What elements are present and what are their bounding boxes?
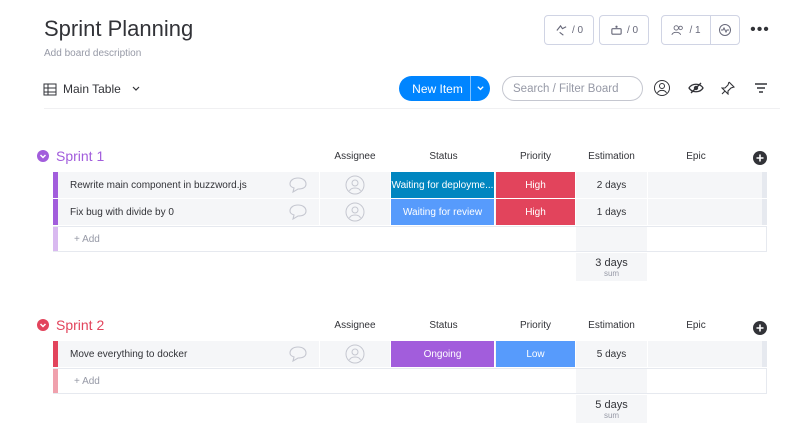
hide-columns-icon[interactable]: [687, 80, 705, 96]
toolbar-divider: [44, 108, 780, 109]
group-title[interactable]: Sprint 2: [56, 317, 104, 333]
priority-label: Low: [526, 348, 545, 360]
activity-log-button[interactable]: [710, 15, 740, 45]
table-icon: [43, 83, 57, 95]
search-input[interactable]: Search / Filter Board: [502, 76, 643, 101]
group-collapse-icon[interactable]: [37, 150, 49, 162]
epic-cell[interactable]: [648, 341, 760, 367]
status-label: Waiting for review: [402, 206, 483, 218]
row-color-bar: [53, 172, 58, 198]
new-item-button[interactable]: New Item: [399, 76, 490, 101]
row-color-bar: [53, 369, 58, 393]
add-item-label[interactable]: + Add: [74, 227, 100, 251]
group-title[interactable]: Sprint 1: [56, 148, 104, 164]
add-column-icon[interactable]: [752, 320, 767, 335]
column-header-assignee[interactable]: Assignee: [320, 320, 390, 331]
activity-button[interactable]: / 0: [544, 15, 594, 45]
row-right-edge: [762, 341, 767, 367]
column-header-priority[interactable]: Priority: [496, 151, 575, 162]
members-count: / 1: [689, 24, 701, 36]
column-header-assignee[interactable]: Assignee: [320, 151, 390, 162]
status-label: Ongoing: [423, 348, 462, 360]
new-item-label: New Item: [412, 81, 463, 96]
sum-label: sum: [603, 410, 620, 420]
status-cell[interactable]: Waiting for review: [391, 199, 494, 225]
row-color-bar: [53, 341, 58, 367]
sum-value: 5 days: [595, 398, 628, 411]
priority-label: High: [525, 179, 546, 191]
members-icon: [671, 24, 684, 35]
estimation-cell[interactable]: 5 days: [576, 341, 647, 367]
estimation-sum: 5 days sum: [576, 395, 647, 423]
column-header-status[interactable]: Status: [392, 151, 495, 162]
row-right-edge: [762, 172, 767, 198]
estimation-cell[interactable]: 1 days: [576, 199, 647, 225]
item-name[interactable]: Rewrite main component in buzzword.js: [70, 172, 247, 198]
view-selector[interactable]: Main Table: [43, 80, 141, 98]
chevron-down-icon: [132, 86, 140, 91]
view-label: Main Table: [63, 82, 121, 96]
column-header-priority[interactable]: Priority: [496, 320, 575, 331]
row-color-bar: [53, 199, 58, 225]
chevron-down-icon: [477, 86, 484, 91]
board-title[interactable]: Sprint Planning: [44, 16, 193, 42]
more-options-icon[interactable]: •••: [750, 20, 770, 40]
integrations-count: / 0: [626, 24, 639, 36]
priority-cell[interactable]: High: [496, 199, 575, 225]
conversation-icon[interactable]: [286, 172, 310, 198]
epic-cell[interactable]: [648, 199, 760, 225]
conversation-icon[interactable]: [286, 341, 310, 367]
item-name[interactable]: Move everything to docker: [70, 341, 187, 367]
row-right-edge: [762, 199, 767, 225]
sort-icon[interactable]: [752, 80, 770, 96]
item-name[interactable]: Fix bug with divide by 0: [70, 199, 174, 225]
assignee-avatar[interactable]: [320, 341, 390, 367]
activity-icon: [556, 24, 567, 36]
activity-count: / 0: [571, 24, 584, 36]
add-column-icon[interactable]: [752, 150, 767, 165]
person-filter-icon[interactable]: [653, 79, 671, 97]
group-header-sprint-1[interactable]: Sprint 1: [37, 148, 104, 164]
column-header-epic[interactable]: Epic: [648, 151, 744, 162]
estimation-sum: 3 days sum: [576, 253, 647, 281]
person-icon: [345, 344, 365, 364]
group-header-sprint-2[interactable]: Sprint 2: [37, 317, 104, 333]
priority-cell[interactable]: Low: [496, 341, 575, 367]
column-header-estimation[interactable]: Estimation: [576, 320, 647, 331]
board-description[interactable]: Add board description: [44, 48, 141, 59]
pin-icon[interactable]: [719, 80, 737, 96]
status-cell[interactable]: Ongoing: [391, 341, 494, 367]
table-row[interactable]: Rewrite main component in buzzword.js Wa…: [53, 172, 767, 198]
conversation-icon[interactable]: [286, 199, 310, 225]
assignee-avatar[interactable]: [320, 199, 390, 225]
column-header-epic[interactable]: Epic: [648, 320, 744, 331]
person-icon: [345, 175, 365, 195]
epic-cell[interactable]: [648, 172, 760, 198]
status-label: Waiting for deployme...: [391, 179, 494, 191]
column-header-estimation[interactable]: Estimation: [576, 151, 647, 162]
sum-value: 3 days: [595, 256, 628, 269]
table-row[interactable]: Fix bug with divide by 0 Waiting for rev…: [53, 199, 767, 225]
estimation-cell[interactable]: 2 days: [576, 172, 647, 198]
robot-icon: [611, 25, 622, 35]
integrations-button[interactable]: / 0: [599, 15, 649, 45]
add-item-label[interactable]: + Add: [74, 369, 100, 393]
search-placeholder: Search / Filter Board: [513, 82, 619, 95]
priority-label: High: [525, 206, 546, 218]
status-cell[interactable]: Waiting for deployme...: [391, 172, 494, 198]
members-button[interactable]: / 1: [661, 15, 711, 45]
assignee-avatar[interactable]: [320, 172, 390, 198]
activity-log-icon: [719, 24, 731, 36]
column-header-status[interactable]: Status: [392, 320, 495, 331]
add-item-row[interactable]: + Add: [53, 368, 767, 394]
add-item-row[interactable]: + Add: [53, 226, 767, 252]
row-color-bar: [53, 227, 58, 251]
person-icon: [345, 202, 365, 222]
new-item-dropdown[interactable]: [470, 76, 490, 101]
sum-label: sum: [603, 268, 620, 278]
priority-cell[interactable]: High: [496, 172, 575, 198]
group-collapse-icon[interactable]: [37, 319, 49, 331]
table-row[interactable]: Move everything to docker Ongoing Low 5 …: [53, 341, 767, 367]
